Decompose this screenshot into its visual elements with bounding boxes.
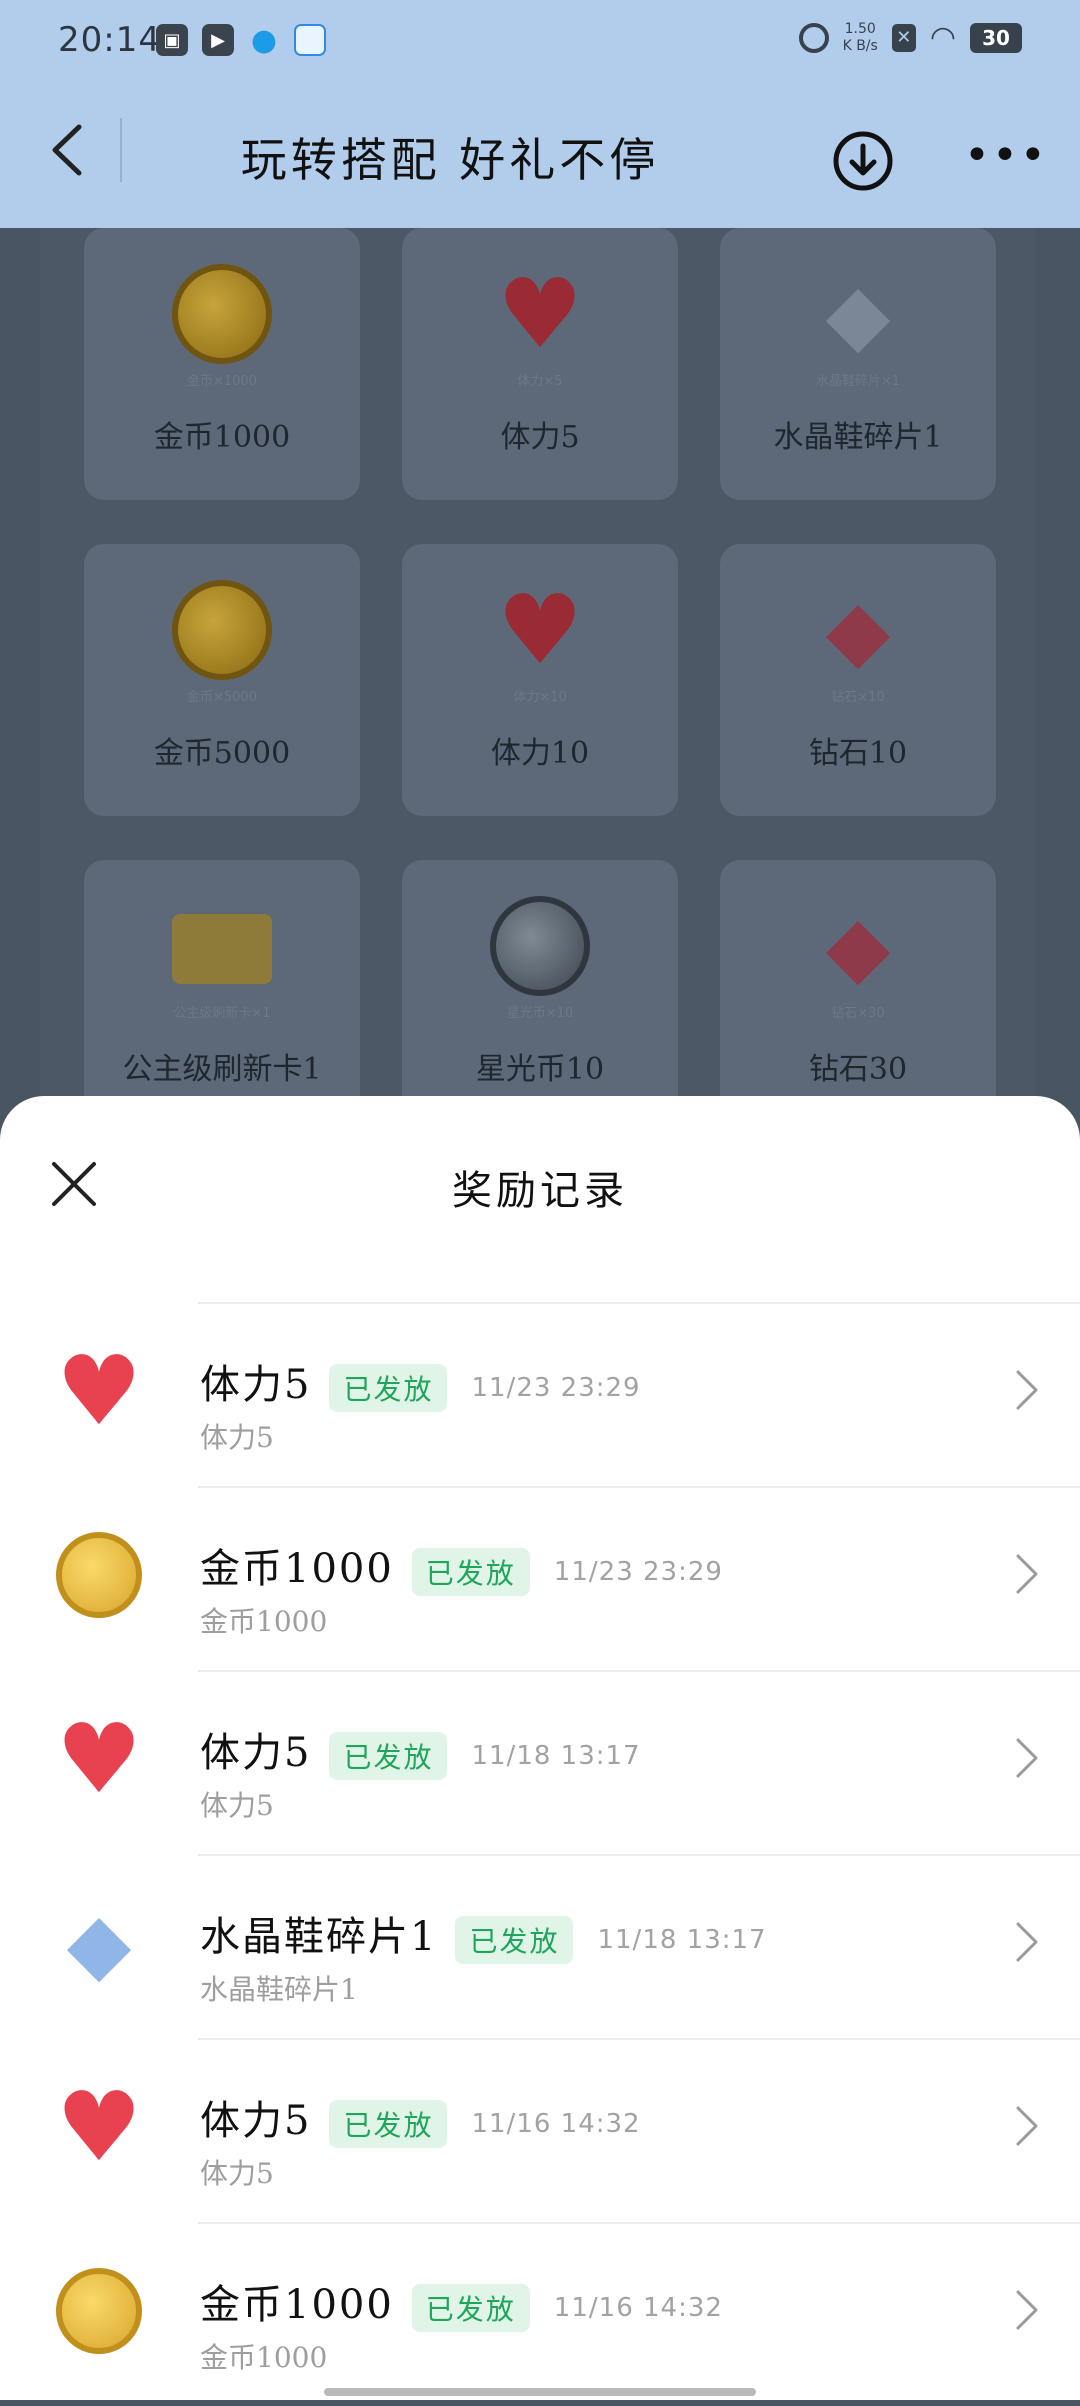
chevron-left-icon [52,124,82,176]
download-icon [833,131,893,191]
chevron-right-icon [1016,1554,1038,1594]
record-time: 11/18 13:17 [597,1925,767,1955]
heart-icon: ♥ [56,2071,143,2183]
heart-icon: ♥ [56,1703,143,1815]
status-bar: 20:14 ▣ ▶ ● 1.50 K B/s ✕ ◠ 30 [0,0,1080,84]
record-name: 金币1000 [200,2282,394,2328]
reward-card[interactable]: ◆ 钻石×30 钻石30 [720,860,996,1132]
list-item[interactable]: ♥ 体力5 已发放 11/18 13:17 体力5 [56,1670,1080,1854]
status-badge: 已发放 [329,1364,448,1412]
reward-card[interactable]: ◆ 钻石×10 钻石10 [720,544,996,816]
reward-card[interactable]: 金币×5000 金币5000 [84,544,360,816]
more-dots-icon: ••• [964,130,1048,181]
qq-penguin-icon: ● [250,22,278,58]
record-desc: 水晶鞋碎片1 [200,1973,358,2006]
gold-coin-icon [172,264,272,364]
browser-app-icon [294,24,326,56]
refresh-card-icon [172,914,272,984]
battery-icon: 30 [970,22,1022,53]
home-indicator[interactable] [324,2388,756,2396]
back-button[interactable] [36,120,96,180]
reward-card[interactable]: 金币×1000 金币1000 [84,228,360,500]
gold-coin-icon [172,580,272,680]
record-name: 体力5 [200,2098,312,2144]
record-name: 体力5 [200,1730,312,1776]
list-item[interactable]: ◆ 水晶鞋碎片1 已发放 11/18 13:17 水晶鞋碎片1 [67,1854,1080,2038]
status-badge: 已发放 [329,2100,448,2148]
record-desc: 体力5 [200,1789,274,1822]
status-badge: 已发放 [455,1916,574,1964]
reward-card[interactable]: ♥ 体力×10 体力10 [402,544,678,816]
chevron-right-icon [1016,2290,1038,2330]
star-coin-icon [490,896,590,996]
record-desc: 体力5 [200,2157,274,2190]
top-bar: 20:14 ▣ ▶ ● 1.50 K B/s ✕ ◠ 30 玩转搭配 好礼不停 [0,0,1080,228]
record-time: 11/16 14:32 [553,2293,723,2323]
record-time: 11/23 23:29 [553,1557,723,1587]
record-desc: 金币1000 [200,1605,328,1638]
nav-header: 玩转搭配 好礼不停 ••• [0,84,1080,228]
diamond-icon: ◆ [825,897,891,995]
coin-icon [56,2268,142,2354]
notification-icons: ▣ ▶ ● [156,22,326,58]
crystal-shard-icon: ◆ [66,1894,132,1992]
record-time: 11/23 23:29 [471,1373,641,1403]
download-button[interactable] [832,130,894,192]
record-list: ♥ 体力5 已发放 11/23 23:29 体力5 金币1000 已发放 11/23 2… [0,1302,1080,2406]
list-item[interactable]: 金币1000 已发放 11/16 14:32 金币1000 [56,2222,1080,2406]
list-item[interactable]: 金币1000 已发放 11/23 23:29 金币1000 [56,1486,1080,1670]
divider [120,118,122,182]
sheet-title: 奖励记录 [452,1168,628,1214]
list-item[interactable]: ♥ 体力5 已发放 11/23 23:29 体力5 [56,1302,1080,1486]
reward-card[interactable]: ♥ 体力×5 体力5 [402,228,678,500]
status-badge: 已发放 [329,1732,448,1780]
more-options-button[interactable]: ••• [964,134,1048,178]
chevron-right-icon [1016,2106,1038,2146]
record-name: 水晶鞋碎片1 [200,1914,438,1960]
no-sim-icon: ✕ [891,23,916,52]
reward-records-sheet: 奖励记录 ♥ 体力5 已发放 11/23 23:29 体力5 金币1000 已发放 11… [0,1096,1080,2400]
page-title: 玩转搭配 好礼不停 [240,133,660,187]
diamond-icon: ◆ [825,581,891,679]
chevron-right-icon [1016,1370,1038,1410]
chevron-right-icon [1016,1738,1038,1778]
record-name: 体力5 [200,1362,312,1408]
record-desc: 体力5 [200,1421,274,1454]
reward-card[interactable]: 公主级刷新卡×1 公主级刷新卡1 [84,860,360,1132]
coin-icon [56,1532,142,1618]
record-name: 金币1000 [200,1546,394,1592]
wifi-icon: ◠ [929,20,956,55]
status-badge: 已发放 [411,1548,530,1596]
reward-card[interactable]: ◆ 水晶鞋碎片×1 水晶鞋碎片1 [720,228,996,500]
crystal-shard-icon: ◆ [825,265,891,363]
chevron-right-icon [1016,1922,1038,1962]
record-time: 11/16 14:32 [471,2109,641,2139]
reward-card[interactable]: 星光币×10 星光币10 [402,860,678,1132]
clock: 20:14 [58,20,161,60]
record-time: 11/18 13:17 [471,1741,641,1771]
heart-icon: ♥ [56,1335,143,1447]
heart-icon: ♥ [496,258,584,370]
alarm-icon [798,22,829,53]
network-speed: 1.50 K B/s [842,20,878,54]
heart-icon: ♥ [496,574,584,686]
record-desc: 金币1000 [200,2341,328,2374]
app-notification-icon: ▣ [156,24,188,56]
status-badge: 已发放 [411,2284,530,2332]
list-item[interactable]: ♥ 体力5 已发放 11/16 14:32 体力5 [56,2038,1080,2222]
system-icons: 1.50 K B/s ✕ ◠ 30 [798,20,1022,55]
video-app-icon: ▶ [202,24,234,56]
